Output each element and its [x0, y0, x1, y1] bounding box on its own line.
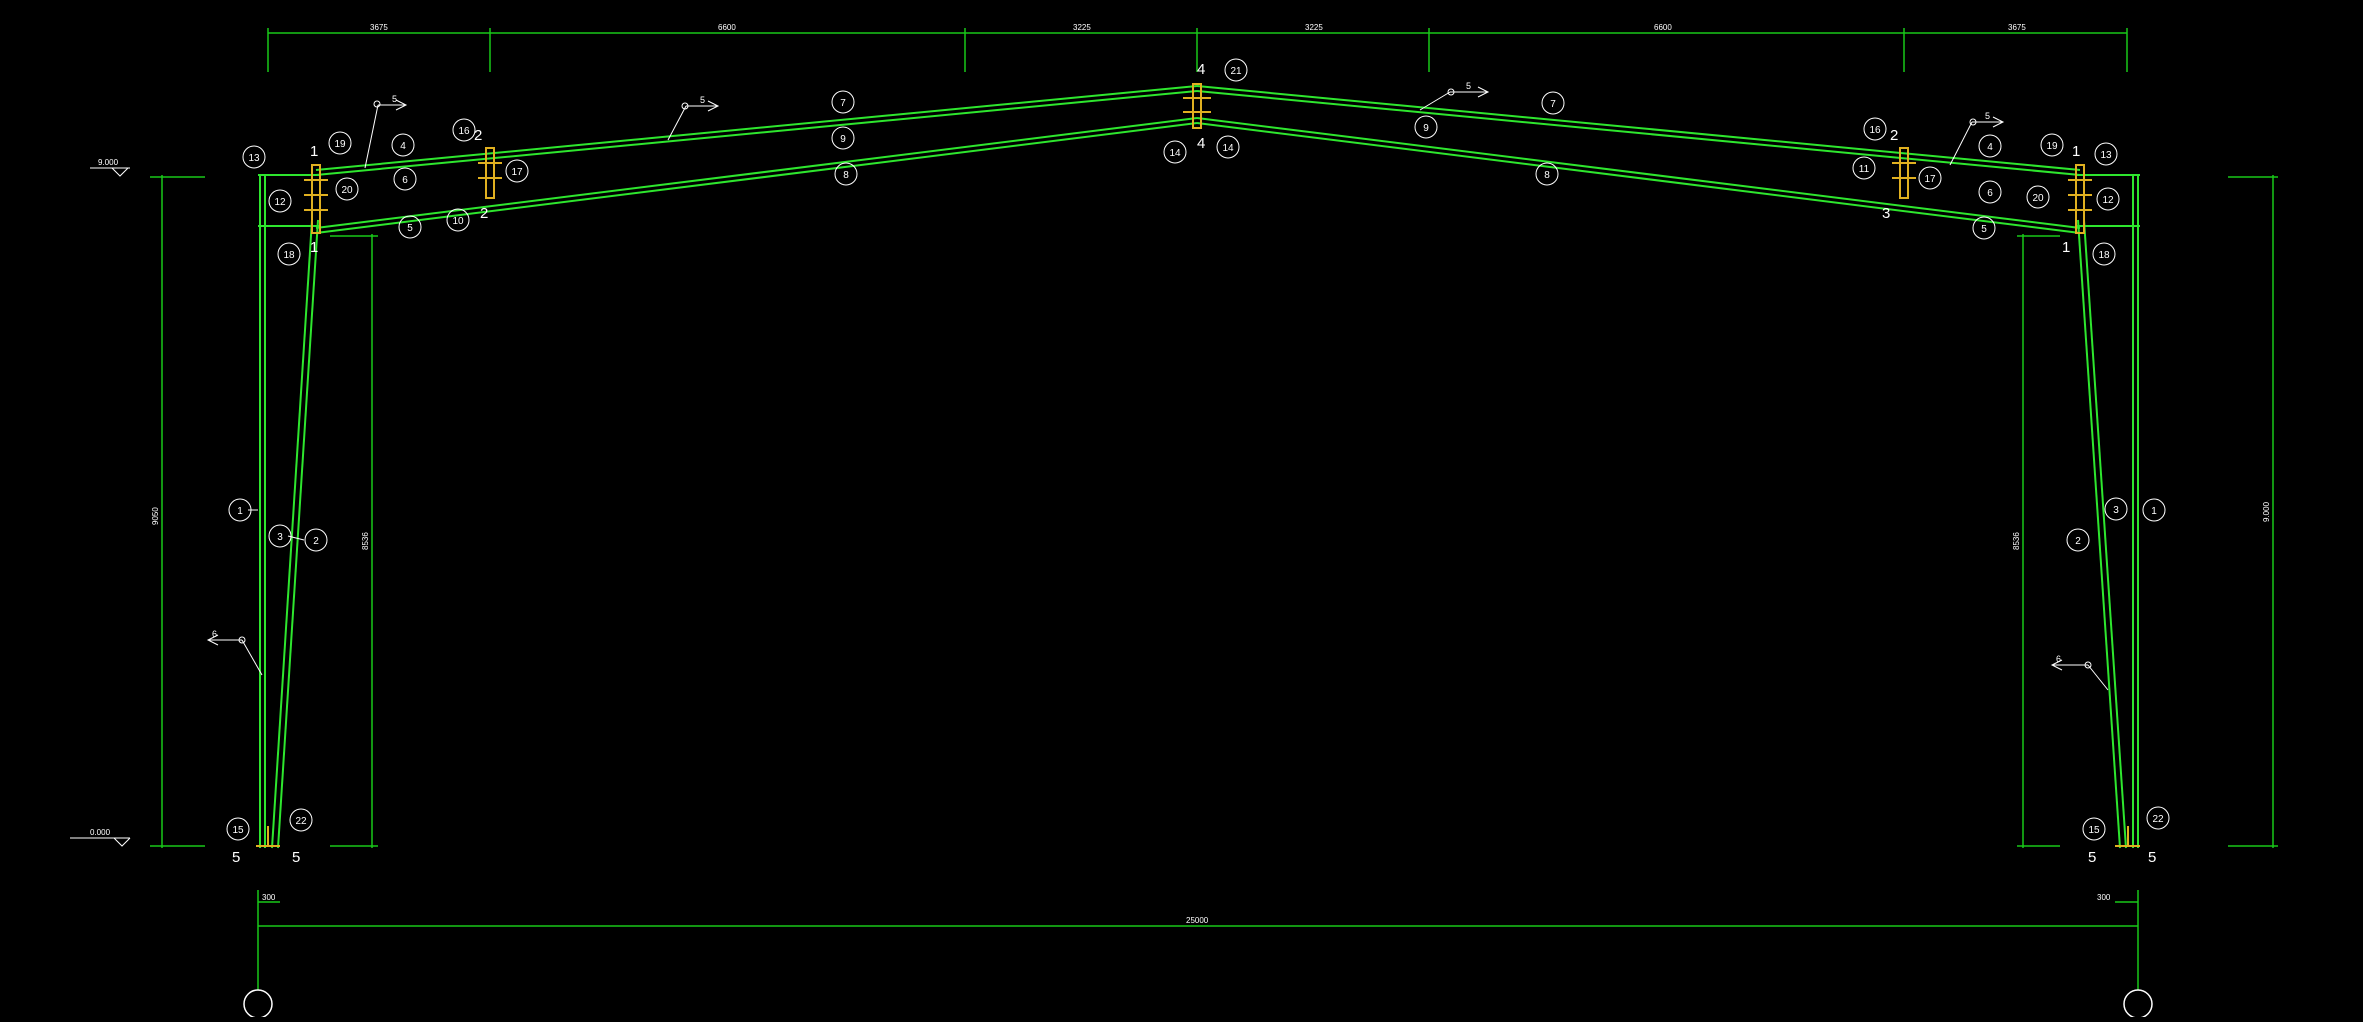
portal-frame-drawing: 3675 6600 3225 3225 6600 3675 9050 8536 …	[70, 23, 2278, 1019]
weld-size-label: 5	[392, 94, 397, 104]
part-tag-number: 5	[1981, 224, 1987, 235]
dimension-label: 3225	[1073, 23, 1091, 32]
part-tag-number: 6	[1987, 188, 1993, 199]
part-tag-number: 15	[2088, 825, 2100, 836]
cad-drawing-canvas[interactable]: 3675 6600 3225 3225 6600 3675 9050 8536 …	[0, 0, 2363, 1019]
part-tag-number: 1	[237, 506, 243, 517]
part-tag-number: 4	[1987, 142, 1993, 153]
weld-size-label: 5	[1466, 81, 1471, 91]
part-tag-number: 14	[1222, 143, 1234, 154]
section-mark: 1	[2062, 239, 2070, 256]
left-rafter[interactable]	[315, 85, 1198, 234]
part-tag-number: 17	[1924, 174, 1936, 185]
right-column[interactable]	[2075, 174, 2140, 849]
part-tag-number: 8	[843, 170, 849, 181]
height-dimension-right-outer: 9.000	[2262, 501, 2271, 522]
part-tag-number: 4	[400, 141, 406, 152]
part-tag-number: 2	[313, 536, 319, 547]
section-mark: 1	[2072, 143, 2080, 160]
section-mark: 4	[1197, 61, 1205, 78]
part-tag-number: 19	[2046, 141, 2058, 152]
elevation-label-bottom: 0.000	[90, 828, 111, 837]
section-mark: 2	[480, 205, 488, 222]
column-offset-left: 300	[262, 893, 276, 902]
connection-plates	[256, 83, 2140, 847]
section-mark: 5	[232, 849, 240, 866]
elevation-marker-bottom	[70, 837, 131, 847]
part-tag-numbers: 1 3 2 13 19 12 20 4 6 5 18 16 17 10 7 9 …	[232, 66, 2164, 836]
part-tag-number: 17	[511, 167, 523, 178]
part-tag-number: 20	[341, 185, 353, 196]
weld-size-label: 5	[700, 95, 705, 105]
part-tag-number: 10	[452, 216, 464, 227]
weld-size-labels: 5 5 5 5 6 6	[212, 81, 2061, 664]
part-tag-number: 21	[1230, 66, 1242, 77]
height-dimension-left-inner: 8536	[361, 532, 370, 550]
part-tag-number: 9	[840, 134, 846, 145]
part-tag-number: 18	[2098, 250, 2110, 261]
overall-span-dimension	[257, 890, 2139, 990]
overall-span-label: 25000	[1186, 916, 1209, 925]
part-tag-number: 8	[1544, 170, 1550, 181]
part-tag-number: 6	[402, 175, 408, 186]
part-tag-number: 3	[2113, 505, 2119, 516]
part-tag-number: 16	[458, 126, 470, 137]
dimension-label: 3225	[1305, 23, 1323, 32]
dimension-label: 3675	[2008, 23, 2026, 32]
height-dimension-right-inner: 8536	[2012, 532, 2021, 550]
part-tag-number: 13	[248, 153, 260, 164]
part-tag-number: 20	[2032, 193, 2044, 204]
dimension-label: 6600	[718, 23, 736, 32]
weld-size-label: 6	[212, 629, 217, 639]
part-tag-number: 15	[232, 825, 244, 836]
part-tag-number: 16	[1869, 125, 1881, 136]
part-tag-number: 3	[277, 532, 283, 543]
elevation-marker-top	[90, 167, 130, 177]
dimension-label: 6600	[1654, 23, 1672, 32]
section-mark: 5	[2148, 849, 2156, 866]
elevation-label-top: 9.000	[98, 158, 119, 167]
part-tag-number: 22	[295, 816, 307, 827]
left-column[interactable]	[258, 174, 320, 849]
part-tag-number: 11	[1859, 164, 1870, 175]
section-mark: 1	[310, 143, 318, 160]
section-mark: 5	[2088, 849, 2096, 866]
part-tag-number: 7	[1550, 99, 1556, 110]
part-tag-number: 14	[1169, 148, 1181, 159]
part-tag-number: 9	[1423, 123, 1429, 134]
grid-axis-bubbles	[243, 989, 2153, 1019]
section-mark: 2	[1890, 127, 1898, 144]
column-offset-right: 300	[2097, 893, 2111, 902]
part-tag-number: 22	[2152, 814, 2164, 825]
section-mark: 1	[310, 239, 318, 256]
top-dimension-labels: 3675 6600 3225 3225 6600 3675	[370, 23, 2026, 32]
part-tag-number: 19	[334, 139, 346, 150]
part-tag-number: 5	[407, 223, 413, 234]
dimension-label: 3675	[370, 23, 388, 32]
part-tag-number: 7	[840, 98, 846, 109]
right-height-dimensions	[2017, 175, 2278, 848]
right-rafter[interactable]	[1196, 85, 2081, 234]
section-mark: 5	[292, 849, 300, 866]
weld-size-label: 6	[2056, 654, 2061, 664]
part-tag-number: 2	[2075, 536, 2081, 547]
part-tag-number: 18	[283, 250, 295, 261]
weld-size-label: 5	[1985, 111, 1990, 121]
height-dimension-left-outer: 9050	[151, 507, 160, 525]
section-mark: 4	[1197, 135, 1205, 152]
part-tag-number: 12	[2102, 195, 2114, 206]
part-tag-number: 13	[2100, 150, 2112, 161]
part-tag-number: 12	[274, 197, 286, 208]
part-tag-number: 1	[2151, 506, 2157, 517]
section-mark: 3	[1882, 205, 1890, 222]
